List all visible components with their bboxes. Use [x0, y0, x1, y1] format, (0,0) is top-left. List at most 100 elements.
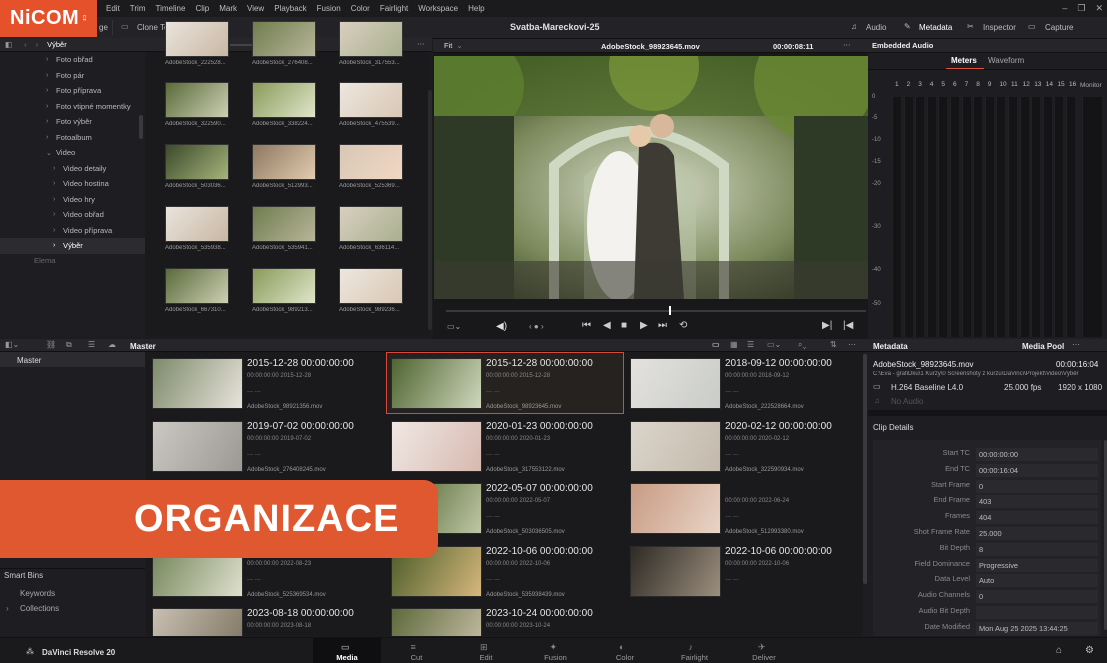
loop-icon[interactable]: ⟲ — [679, 320, 687, 331]
viewer-options-icon[interactable]: ⋯ — [843, 40, 851, 49]
page-tab-cut[interactable]: ≡ Cut — [383, 638, 451, 663]
chevron-right-icon[interactable]: › — [53, 211, 63, 218]
metadata-value-field[interactable]: Auto — [976, 574, 1098, 588]
metadata-value-field[interactable]: Mon Aug 25 2025 13:44:25 — [976, 621, 1098, 635]
page-tab-deliver[interactable]: ✈ Deliver — [730, 638, 798, 663]
metadata-value-field[interactable]: 00:00:00:00 — [976, 448, 1098, 461]
page-tab-color[interactable]: ◐ Color — [591, 638, 659, 663]
home-icon[interactable]: ⌂ — [1056, 645, 1062, 656]
metadata-value-field[interactable]: Progressive — [976, 558, 1098, 572]
metadata-value-field[interactable]: 0 — [976, 590, 1098, 604]
tree-item[interactable]: › Video detaily — [0, 161, 145, 177]
bin-master[interactable]: Master — [17, 356, 41, 365]
metadata-value-field[interactable]: 25.000 — [976, 527, 1098, 540]
chevron-right-icon[interactable]: › — [53, 180, 63, 187]
metadata-value-field[interactable]: 0 — [976, 479, 1098, 493]
back-icon[interactable]: ‹ — [24, 40, 27, 49]
jog-icon[interactable]: ‹ ● › — [529, 322, 544, 331]
thumbnail[interactable]: AdobeStock_512993... — [252, 144, 318, 189]
menu-item-edit[interactable]: Edit — [106, 4, 120, 13]
menu-item-help[interactable]: Help — [468, 4, 484, 13]
menu-item-view[interactable]: View — [247, 4, 264, 13]
thumbnail[interactable]: AdobeStock_317553... — [339, 21, 405, 66]
tree-item[interactable]: › Foto příprava — [0, 83, 145, 99]
thumb-view-icon[interactable]: ▭ — [712, 340, 720, 349]
volume-icon[interactable]: ◀) — [496, 321, 507, 332]
tree-item[interactable]: › Video hostina — [0, 176, 145, 192]
thumb-scrollbar[interactable] — [428, 90, 432, 330]
thumbnail[interactable]: AdobeStock_276408... — [252, 21, 318, 66]
thumbnail[interactable]: AdobeStock_989236... — [339, 268, 405, 313]
pool-options-icon[interactable]: ⋯ — [848, 340, 856, 349]
inspector-icon[interactable]: ✂ — [967, 22, 974, 31]
thumbnail[interactable]: AdobeStock_525369... — [339, 144, 405, 189]
close-icon[interactable]: ✕ — [1095, 3, 1103, 14]
tree-item[interactable]: › Foto vtipné momentky — [0, 99, 145, 115]
menu-item-timeline[interactable]: Timeline — [156, 4, 186, 13]
inspector-button[interactable]: Inspector — [983, 23, 1016, 32]
tab-meters[interactable]: Meters — [951, 56, 977, 65]
chevron-right-icon[interactable]: › — [53, 227, 63, 234]
chevron-right-icon[interactable]: › — [53, 196, 63, 203]
more-options-icon[interactable]: ⋯ — [417, 39, 425, 48]
unlink-icon[interactable]: ⛓ — [46, 340, 56, 349]
clip-card[interactable]: 2018-09-12 00:00:00:00 00:00:00:00 2018-0… — [626, 353, 862, 413]
clip-card[interactable]: 2020-01-23 00:00:00:00 00:00:00:00 2020-0… — [387, 416, 623, 476]
mark-in-icon[interactable]: ▶| — [822, 320, 832, 331]
thumbnail[interactable]: AdobeStock_338224... — [252, 82, 318, 127]
cloud-icon[interactable]: ☁ — [108, 340, 116, 349]
tab-waveform[interactable]: Waveform — [988, 56, 1024, 65]
menu-item-workspace[interactable]: Workspace — [418, 4, 458, 13]
search-icon-pool[interactable]: ⌕⌄ — [798, 340, 806, 350]
go-to-end-icon[interactable]: ⏭ — [658, 320, 667, 331]
menu-item-clip[interactable]: Clip — [195, 4, 209, 13]
grid-view-icon-pool[interactable]: ▦ — [730, 340, 738, 349]
clip-card[interactable]: 2015-12-28 00:00:00:00 00:00:00:00 2015-1… — [148, 353, 384, 413]
tree-item[interactable]: › Video obřad — [0, 207, 145, 223]
chevron-right-icon[interactable]: › — [46, 118, 56, 125]
metadata-icon[interactable]: ✎ — [904, 22, 911, 31]
sidebar-toggle-icon[interactable]: ◧ — [5, 40, 12, 49]
go-to-start-icon[interactable]: ⏮ — [582, 320, 591, 331]
clip-card[interactable]: 2015-12-28 00:00:00:00 00:00:00:00 2015-1… — [386, 352, 624, 414]
smart-bin-keywords[interactable]: Keywords — [20, 589, 55, 598]
media-storage-label[interactable]: ge — [99, 23, 108, 32]
chevron-right-icon[interactable]: › — [6, 604, 9, 613]
play-icon[interactable]: ▶ — [640, 320, 648, 331]
gear-icon[interactable]: ⚙ — [1085, 645, 1094, 656]
tree-item[interactable]: › Výběr — [0, 238, 145, 254]
chevron-right-icon[interactable]: › — [53, 165, 63, 172]
thumbnail[interactable]: AdobeStock_535938... — [165, 206, 231, 251]
chevron-right-icon[interactable]: › — [46, 103, 56, 110]
zoom-select[interactable]: Fit — [444, 41, 452, 50]
thumbnail[interactable]: AdobeStock_222528... — [165, 21, 231, 66]
menu-item-trim[interactable]: Trim — [130, 4, 146, 13]
maximize-icon[interactable]: ❐ — [1077, 3, 1085, 14]
chevron-right-icon[interactable]: › — [46, 87, 56, 94]
tree-item[interactable]: › Video příprava — [0, 223, 145, 239]
chevron-right-icon[interactable]: › — [46, 134, 56, 141]
tree-item[interactable]: › Fotoalbum — [0, 130, 145, 146]
capture-button[interactable]: Capture — [1045, 23, 1073, 32]
tree-item[interactable]: › Video hry — [0, 192, 145, 208]
forward-icon[interactable]: › — [36, 40, 39, 49]
clip-card[interactable]: 2023-10-24 00:00:00:00 00:00:00:00 2023-1… — [387, 603, 623, 636]
chevron-right-icon[interactable]: › — [46, 72, 56, 79]
playhead[interactable] — [668, 306, 671, 315]
smart-bin-collections[interactable]: Collections — [20, 604, 59, 613]
clone-tool-icon[interactable]: ▭ — [121, 22, 129, 31]
speech-icon[interactable]: ☰ — [88, 340, 95, 349]
page-tab-fairlight[interactable]: ♪ Fairlight — [661, 638, 729, 663]
thumbnail[interactable]: AdobeStock_535941... — [252, 206, 318, 251]
sort-icon-pool[interactable]: ⇅ — [830, 340, 837, 349]
page-tab-media[interactable]: ▭ Media — [313, 638, 381, 663]
thumbnail[interactable]: AdobeStock_322590... — [165, 82, 231, 127]
metadata-value-field[interactable] — [976, 606, 1098, 619]
page-tab-fusion[interactable]: ✦ Fusion — [522, 638, 590, 663]
chevron-down-icon[interactable]: ⌄ — [456, 41, 462, 50]
thumbnail[interactable]: AdobeStock_989213... — [252, 268, 318, 313]
chevron-down-icon[interactable]: ⌄ — [46, 149, 56, 157]
tree-item[interactable]: › Foto výběr — [0, 114, 145, 130]
menu-item-playback[interactable]: Playback — [274, 4, 306, 13]
metadata-button[interactable]: Metadata — [919, 23, 952, 32]
